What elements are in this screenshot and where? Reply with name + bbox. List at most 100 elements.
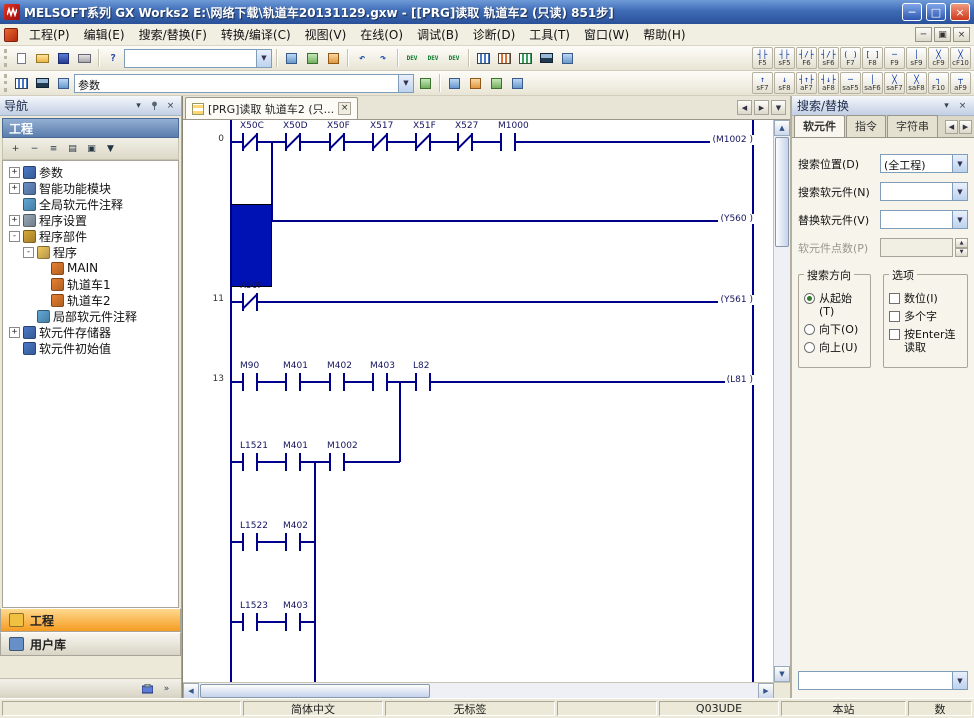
ladder-edit-mode-icon[interactable] xyxy=(11,74,31,93)
menu-item[interactable]: 调试(B) xyxy=(410,24,466,45)
menu-item[interactable]: 工具(T) xyxy=(522,24,577,45)
search-tab-字符串[interactable]: 字符串 xyxy=(887,115,938,137)
replace-device-combo[interactable]: ▼ xyxy=(880,210,968,229)
new-project-icon[interactable] xyxy=(11,49,31,68)
spin-down-icon[interactable]: ▼ xyxy=(955,248,968,258)
radio-icon[interactable] xyxy=(804,342,815,353)
program-verify-icon[interactable] xyxy=(515,49,535,68)
search-tab-left-icon[interactable]: ◀ xyxy=(945,120,958,134)
maximize-button[interactable]: □ xyxy=(926,3,946,21)
tree-item[interactable]: +智能功能模块 xyxy=(5,180,178,196)
fkey-aF7-button[interactable]: ┤↑├aF7 xyxy=(796,72,817,94)
nav-button-用户库[interactable]: 用户库 xyxy=(0,632,181,656)
comment-display-icon[interactable] xyxy=(465,74,485,93)
radio-option[interactable]: 向下(O) xyxy=(804,323,865,336)
help-icon[interactable]: ? xyxy=(103,49,123,68)
ladder-coil[interactable]: (L81 ) xyxy=(725,375,755,385)
nav-close-icon[interactable]: × xyxy=(164,99,177,112)
tree-item[interactable]: 局部软元件注释 xyxy=(5,308,178,324)
chevron-down-icon[interactable]: ▾ xyxy=(132,99,145,112)
fkey-F7-button[interactable]: ( )F7 xyxy=(840,47,861,69)
ladder-contact-nc[interactable] xyxy=(285,133,301,151)
fkey-saF8-button[interactable]: ╳saF8 xyxy=(906,72,927,94)
print-icon[interactable] xyxy=(74,49,94,68)
redo-icon[interactable]: ↷ xyxy=(373,49,393,68)
expand-icon[interactable]: + xyxy=(9,183,20,194)
ladder-contact-no[interactable] xyxy=(372,373,388,391)
mdi-close-button[interactable]: × xyxy=(953,27,970,42)
paste-icon[interactable] xyxy=(323,49,343,68)
vertical-scrollbar[interactable]: ▲ ▼ xyxy=(773,120,790,682)
program-read-icon[interactable] xyxy=(473,49,493,68)
combo-dropdown-icon[interactable]: ▼ xyxy=(256,50,271,67)
toolbar-grip[interactable] xyxy=(4,74,7,92)
vertical-scroll-thumb[interactable] xyxy=(775,137,789,247)
connection-destination-icon[interactable] xyxy=(141,682,154,695)
fkey-aF9-button[interactable]: ┬aF9 xyxy=(950,72,971,94)
search-result-combo[interactable]: ▼ xyxy=(798,671,968,690)
scroll-down-icon[interactable]: ▼ xyxy=(774,666,790,682)
fkey-sF9-button[interactable]: │sF9 xyxy=(906,47,927,69)
fkey-F5-button[interactable]: ┤├F5 xyxy=(752,47,773,69)
ladder-contact-no[interactable] xyxy=(242,533,258,551)
expand-icon[interactable]: + xyxy=(9,215,20,226)
spinner-buttons[interactable]: ▲▼ xyxy=(955,238,968,257)
fkey-F6-button[interactable]: ┤/├F6 xyxy=(796,47,817,69)
radio-icon[interactable] xyxy=(804,293,815,304)
checkbox-option[interactable]: 按Enter连读取 xyxy=(889,328,962,354)
search-device-combo[interactable]: ▼ xyxy=(880,182,968,201)
tree-item[interactable]: +程序设置 xyxy=(5,212,178,228)
menu-item[interactable]: 转换/编译(C) xyxy=(214,24,298,45)
overflow-chevron-icon[interactable]: » xyxy=(160,682,173,695)
cut-icon[interactable] xyxy=(281,49,301,68)
radio-icon[interactable] xyxy=(804,324,815,335)
monitor-stop-icon[interactable] xyxy=(557,49,577,68)
nav-filter-icon[interactable]: ▤ xyxy=(64,141,81,157)
fkey-saF5-button[interactable]: ─saF5 xyxy=(840,72,861,94)
window-select-combo[interactable]: ▼ xyxy=(124,49,272,68)
ladder-contact-nc[interactable] xyxy=(415,133,431,151)
combo-dropdown-icon[interactable]: ▼ xyxy=(398,75,413,92)
pin-icon[interactable] xyxy=(148,99,161,112)
ladder-contact-no[interactable] xyxy=(285,533,301,551)
tree-item[interactable]: +参数 xyxy=(5,164,178,180)
device-comment-icon[interactable]: DEV xyxy=(402,49,422,68)
search-panel-chevron-icon[interactable]: ▾ xyxy=(940,99,953,112)
ladder-contact-no[interactable] xyxy=(242,373,258,391)
program-write-icon[interactable] xyxy=(494,49,514,68)
title-bar[interactable]: MELSOFT系列 GX Works2 E:\网络下载\轨道车20131129.… xyxy=(0,0,974,24)
ladder-contact-no[interactable] xyxy=(242,453,258,471)
minimize-button[interactable]: ─ xyxy=(902,3,922,21)
ladder-contact-nc[interactable] xyxy=(372,133,388,151)
scroll-left-icon[interactable]: ◀ xyxy=(183,683,199,699)
ladder-contact-nc[interactable] xyxy=(242,133,258,151)
checkbox-icon[interactable] xyxy=(889,311,900,322)
ladder-contact-no[interactable] xyxy=(285,373,301,391)
ladder-contact-no[interactable] xyxy=(500,133,516,151)
scroll-up-icon[interactable]: ▲ xyxy=(774,120,790,136)
tree-item[interactable]: -程序 xyxy=(5,244,178,260)
tree-item[interactable]: +软元件存储器 xyxy=(5,324,178,340)
search-tab-right-icon[interactable]: ▶ xyxy=(959,120,972,134)
tab-scroll-right-icon[interactable]: ▶ xyxy=(754,100,769,115)
monitor-start-icon[interactable] xyxy=(536,49,556,68)
checkbox-option[interactable]: 多个字 xyxy=(889,310,962,323)
fkey-sF7-button[interactable]: ↑sF7 xyxy=(752,72,773,94)
collapse-icon[interactable]: - xyxy=(9,231,20,242)
device-batch-monitor-icon[interactable]: DEV xyxy=(444,49,464,68)
mdi-restore-button[interactable]: ▣ xyxy=(934,27,951,42)
parameter-combo[interactable]: 参数▼ xyxy=(74,74,414,93)
ladder-contact-no[interactable] xyxy=(415,373,431,391)
radio-option[interactable]: 向上(U) xyxy=(804,341,865,354)
search-panel-close-icon[interactable]: × xyxy=(956,99,969,112)
statement-display-icon[interactable] xyxy=(486,74,506,93)
tab-list-dropdown-icon[interactable]: ▼ xyxy=(771,100,786,115)
note-display-icon[interactable] xyxy=(507,74,527,93)
menu-item[interactable]: 视图(V) xyxy=(298,24,354,45)
copy-icon[interactable] xyxy=(302,49,322,68)
fkey-sF6-button[interactable]: ┤/├sF6 xyxy=(818,47,839,69)
ladder-contact-nc[interactable] xyxy=(242,293,258,311)
menu-item[interactable]: 窗口(W) xyxy=(577,24,636,45)
tree-item[interactable]: 全局软元件注释 xyxy=(5,196,178,212)
search-result-dropdown-icon[interactable]: ▼ xyxy=(952,672,967,689)
